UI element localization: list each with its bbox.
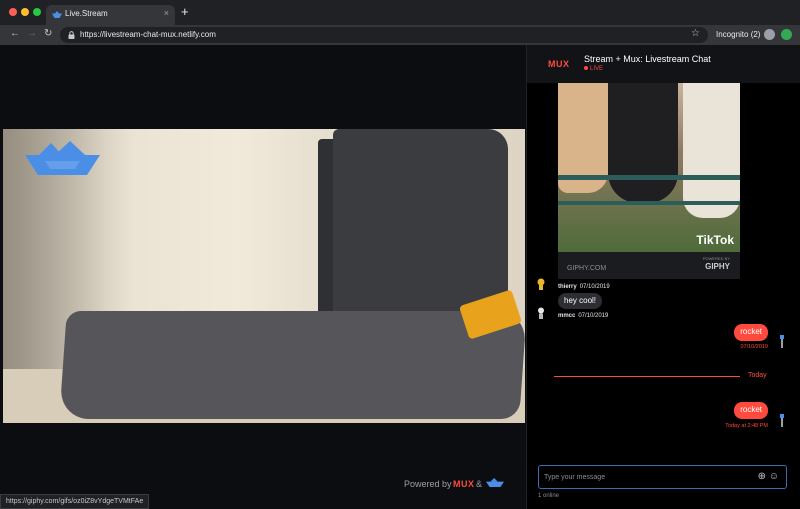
own-avatar-icon[interactable] (779, 414, 785, 427)
paper-boat-logo-icon (25, 141, 100, 175)
user-avatar-icon[interactable] (536, 307, 546, 319)
gif-cat-middle (608, 83, 678, 203)
close-window-button[interactable] (9, 8, 17, 16)
message-input[interactable] (544, 470, 744, 484)
gif-message[interactable]: TikTok GIPHY.COM POWERED BY GIPHY (558, 83, 740, 279)
attach-plus-icon[interactable]: ⊕ (758, 471, 766, 483)
user-avatar-icon[interactable] (536, 278, 546, 290)
own-avatar-icon[interactable] (779, 335, 785, 348)
tiktok-watermark: TikTok (696, 233, 734, 247)
video-pane: Powered by MUX & https://giphy.com/gifs/… (0, 45, 526, 509)
boat-favicon-icon (52, 11, 62, 18)
forward-arrow-icon[interactable]: → (27, 28, 37, 40)
emoji-icon[interactable]: ☺ (769, 471, 779, 483)
incognito-icon[interactable] (764, 29, 775, 40)
gif-cat-right (683, 83, 740, 218)
chat-pane: MUX Stream + Mux: Livestream Chat LIVE T… (526, 45, 800, 509)
date-divider-label: Today (748, 372, 767, 379)
new-tab-button[interactable]: + (181, 5, 189, 18)
date-divider-line (554, 376, 740, 377)
chat-title: Stream + Mux: Livestream Chat (584, 54, 711, 64)
giphy-logo: GIPHY (705, 262, 730, 271)
powered-by-label: Powered by (404, 479, 452, 489)
reload-icon[interactable]: ↻ (44, 28, 52, 40)
online-count: 1 online (538, 493, 560, 499)
browser-tab[interactable]: Live.Stream × (46, 5, 175, 25)
chat-header: MUX Stream + Mux: Livestream Chat LIVE (527, 45, 800, 83)
live-badge: LIVE (584, 66, 603, 72)
live-badge-label: LIVE (590, 66, 604, 72)
chat-message-bubble: hey cool! (558, 293, 603, 309)
stream-boat-logo-icon[interactable] (486, 478, 504, 487)
giphy-powered-label: POWERED BY (702, 256, 730, 261)
address-bar[interactable]: https://livestream-chat-mux.netlify.com … (60, 27, 708, 43)
incognito-label[interactable]: Incognito (2) (716, 30, 760, 39)
message-meta: mmcc 07/10/2019 (558, 313, 608, 319)
mux-logo: MUX (548, 59, 570, 69)
message-time: 07/10/2019 (578, 313, 609, 319)
back-arrow-icon[interactable]: ← (10, 28, 20, 40)
url-text: https://livestream-chat-mux.netlify.com (80, 30, 216, 39)
tab-title: Live.Stream (65, 9, 108, 18)
gif-image[interactable]: TikTok (558, 83, 740, 252)
bookmark-star-icon[interactable]: ☆ (691, 28, 700, 39)
powered-by-mux-logo[interactable]: MUX (453, 479, 475, 489)
message-meta: thierry 07/10/2019 (558, 284, 610, 290)
powered-by-ampersand: & (476, 479, 483, 489)
maximize-window-button[interactable] (33, 8, 41, 16)
own-message-time: 07/10/2019 (740, 344, 768, 350)
browser-toolbar: ← → ↻ https://livestream-chat-mux.netlif… (0, 25, 800, 45)
own-message-bubble: rocket (734, 402, 768, 419)
link-status-bar: https://giphy.com/gifs/oz0iZ8vYdgeTVMtFA… (0, 494, 150, 509)
browser-tab-bar: Live.Stream × + (0, 0, 800, 25)
message-author: thierry (558, 284, 577, 290)
giphy-site-label[interactable]: GIPHY.COM (567, 265, 606, 272)
tab-close-icon[interactable]: × (164, 8, 169, 18)
own-message-bubble: rocket (734, 324, 768, 341)
gif-fence-bar (558, 201, 740, 205)
message-author: mmcc (558, 313, 576, 319)
lock-icon (68, 31, 75, 39)
live-dot-icon (584, 66, 588, 71)
extension-icon[interactable] (781, 29, 792, 40)
message-composer[interactable]: ⊕ ☺ (538, 465, 787, 489)
video-player[interactable] (3, 129, 525, 423)
message-time: 07/10/2019 (579, 284, 610, 290)
own-message-time: Today at 2:48 PM (725, 423, 768, 429)
minimize-window-button[interactable] (21, 8, 29, 16)
gif-fence-bar (558, 175, 740, 180)
video-frame-cushion (59, 311, 525, 419)
